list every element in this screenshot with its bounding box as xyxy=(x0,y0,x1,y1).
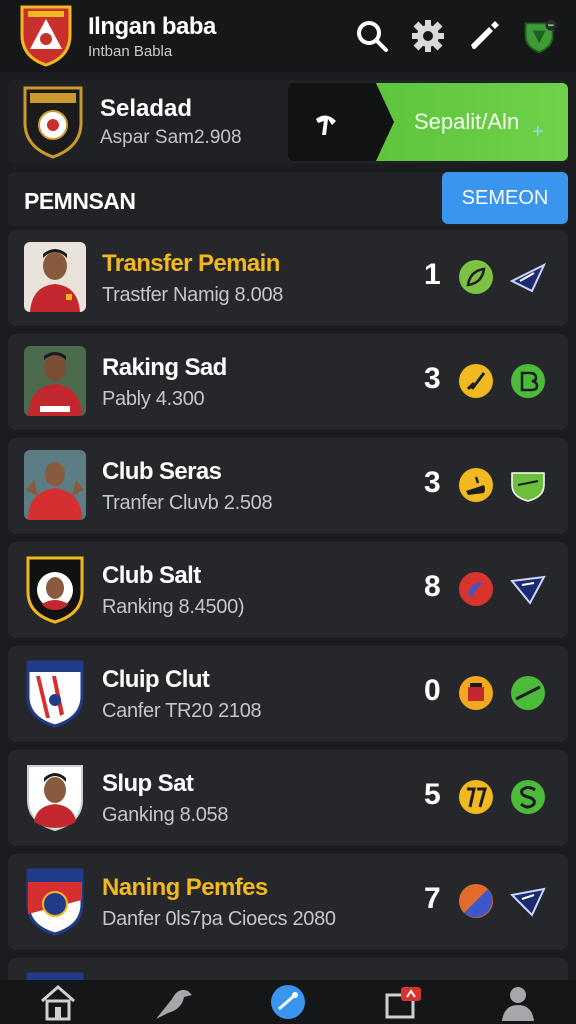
row-number: 8 xyxy=(424,570,441,603)
player-avatar xyxy=(24,450,86,520)
profile-icon[interactable] xyxy=(495,982,541,1022)
club-crest xyxy=(24,866,86,936)
player-avatar xyxy=(24,346,86,416)
row-title: Cluip Clut xyxy=(102,666,210,693)
row-subtitle: Pably 4.300 xyxy=(102,388,205,410)
bottom-nav xyxy=(0,980,576,1024)
bag-icon xyxy=(458,675,494,711)
cta-label: Sepalit/Aln xyxy=(414,109,520,134)
app-subtitle: Intban Babla xyxy=(88,42,173,60)
search-icon[interactable] xyxy=(354,18,390,54)
row-number: 5 xyxy=(424,778,441,811)
row-subtitle: Trastfer Namig 8.008 xyxy=(102,284,284,306)
section-header: PEMNSAN SEMEON xyxy=(8,172,568,226)
list-item[interactable]: Naning Pemfes Danfer 0ls7pa Cioecs 2080 … xyxy=(8,854,568,950)
row-subtitle: Ganking 8.058 xyxy=(102,804,229,826)
row-subtitle: Canfer TR20 2108 xyxy=(102,700,262,722)
player-avatar xyxy=(24,242,86,312)
gear-icon[interactable] xyxy=(410,18,446,54)
cta-button[interactable]: Sepalit/Aln + xyxy=(288,83,568,161)
number-badge-icon xyxy=(458,779,494,815)
inbox-icon[interactable] xyxy=(380,982,426,1022)
swirl-icon xyxy=(458,571,494,607)
club-card[interactable]: Seladad Aspar Sam2.908 Sepalit/Aln + xyxy=(8,80,568,164)
club-subtitle: Aspar Sam2.908 xyxy=(100,127,242,148)
app-logo xyxy=(18,5,74,67)
row-title: Naning Pemfes xyxy=(102,874,268,901)
club-crest xyxy=(22,85,84,159)
section-title: PEMNSAN xyxy=(24,188,136,214)
player-avatar xyxy=(24,762,86,832)
row-number: 0 xyxy=(424,674,441,707)
plane-icon xyxy=(510,571,546,607)
club-name: Seladad xyxy=(100,95,193,122)
whistle-icon xyxy=(458,467,494,503)
list-item[interactable]: Club Seras Tranfer Cluvb 2.508 3 xyxy=(8,438,568,534)
plane-icon xyxy=(509,883,546,919)
row-title: Transfer Pemain xyxy=(102,250,280,277)
slash-icon xyxy=(510,675,546,711)
club-crest xyxy=(24,554,86,624)
row-title: Club Salt xyxy=(102,562,201,589)
check-icon xyxy=(458,363,494,399)
list-item[interactable]: Club Salt Ranking 8.4500) 8 xyxy=(8,542,568,638)
row-title: Club Seras xyxy=(102,458,222,485)
edit-icon[interactable] xyxy=(466,18,502,54)
row-number: 3 xyxy=(424,362,441,395)
split-ball-icon xyxy=(458,883,494,919)
row-subtitle: Ranking 8.4500) xyxy=(102,596,245,618)
section-button[interactable]: SEMEON xyxy=(442,172,568,224)
pin-icon xyxy=(308,103,346,141)
club-crest xyxy=(24,658,86,728)
row-number: 7 xyxy=(424,882,441,915)
letter-badge-icon xyxy=(510,363,546,399)
list-item[interactable]: Slup Sat Ganking 8.058 5 xyxy=(8,750,568,846)
shield-badge-icon xyxy=(510,467,546,503)
plane-icon xyxy=(509,259,547,295)
row-number: 1 xyxy=(424,258,441,291)
row-number: 3 xyxy=(424,466,441,499)
leaf-icon xyxy=(458,259,494,295)
app-title: Ilngan baba xyxy=(88,12,216,40)
action-icon[interactable] xyxy=(265,982,311,1022)
list-item[interactable]: Transfer Pemain Trastfer Namig 8.008 1 xyxy=(8,230,568,326)
list-item[interactable]: Raking Sad Pably 4.300 3 xyxy=(8,334,568,430)
row-title: Slup Sat xyxy=(102,770,194,797)
row-title: Raking Sad xyxy=(102,354,227,381)
row-subtitle: Tranfer Cluvb 2.508 xyxy=(102,492,273,514)
bird-icon[interactable] xyxy=(150,982,196,1022)
list-item[interactable]: Cluip Clut Canfer TR20 2108 0 xyxy=(8,646,568,742)
app-header: Ilngan baba Intban Babla xyxy=(0,0,576,72)
shield-icon[interactable] xyxy=(522,18,558,54)
home-icon[interactable] xyxy=(35,982,81,1022)
row-subtitle: Danfer 0ls7pa Cioecs 2080 xyxy=(102,908,336,930)
plus-icon: + xyxy=(532,121,544,143)
letter-badge-icon xyxy=(510,779,546,815)
